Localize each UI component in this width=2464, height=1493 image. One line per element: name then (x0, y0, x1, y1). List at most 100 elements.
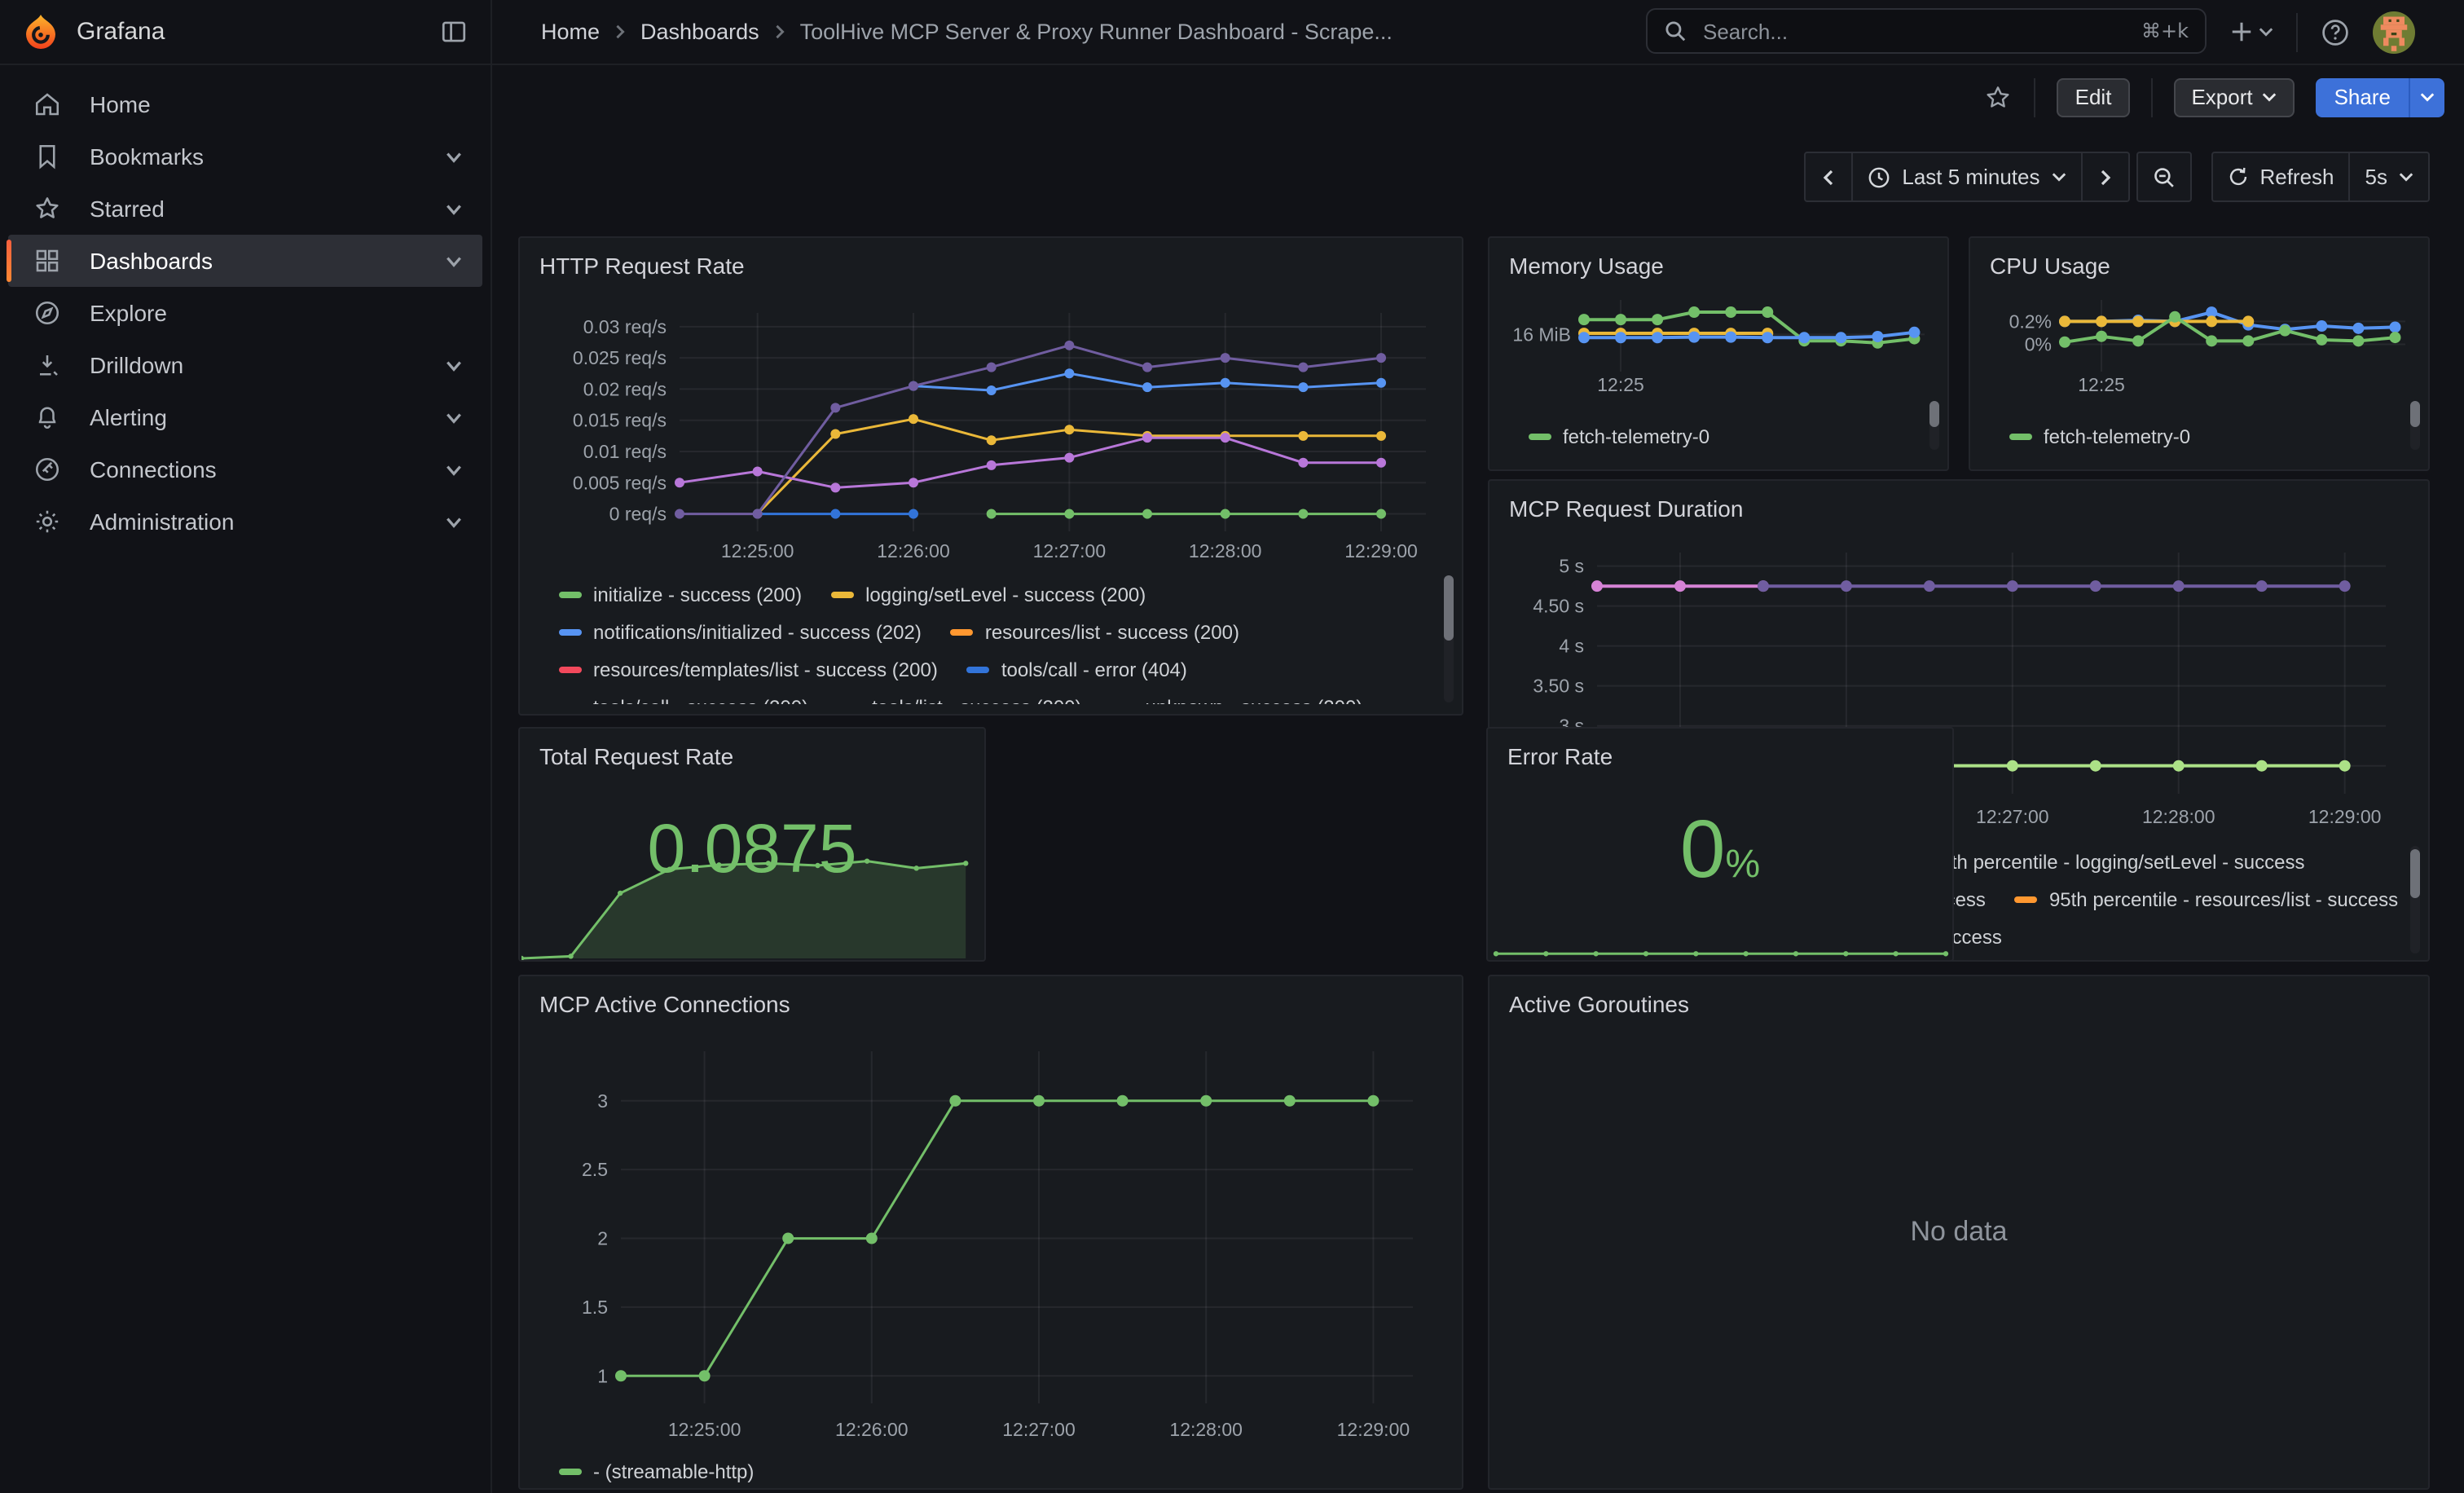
panel-title[interactable]: Active Goroutines (1489, 976, 2428, 1017)
legend-swatch (951, 628, 974, 635)
legend-swatch (967, 666, 990, 672)
grafana-logo-icon[interactable] (21, 12, 60, 51)
legend-scrollbar-thumb[interactable] (1444, 575, 1454, 641)
legend-item[interactable]: - (streamable-http) (559, 1452, 754, 1490)
legend-swatch (559, 666, 582, 672)
sidebar-item-administration[interactable]: Administration (8, 495, 482, 548)
svg-text:0%: 0% (2025, 334, 2052, 355)
user-avatar[interactable] (2373, 11, 2415, 53)
sidebar-collapse-icon[interactable] (440, 18, 468, 46)
legend-item[interactable]: resources/list - success (200) (951, 613, 1239, 650)
legend-item[interactable]: resources/templates/list - success (200) (559, 650, 938, 688)
chevron-down-icon[interactable] (445, 252, 463, 270)
memory-usage-chart[interactable]: 12:2516 MiB (1509, 290, 1931, 401)
sidebar-item-explore[interactable]: Explore (8, 287, 482, 339)
legend-item[interactable]: 95th percentile - resources/list - succe… (2015, 880, 2398, 918)
chevron-right-icon (772, 24, 787, 39)
sidebar-item-drilldown[interactable]: Drilldown (8, 339, 482, 391)
refresh-interval-picker[interactable]: 5s (2351, 152, 2430, 202)
svg-text:12:25: 12:25 (1597, 374, 1644, 395)
chevron-down-icon[interactable] (445, 408, 463, 426)
chevron-down-icon[interactable] (445, 513, 463, 531)
share-button[interactable]: Share (2317, 77, 2409, 117)
cpu-usage-chart[interactable]: 12:250.2%0% (1990, 290, 2412, 401)
chevron-down-icon[interactable] (445, 356, 463, 374)
total-request-rate-value: 0.0875 (520, 810, 984, 888)
export-button[interactable]: Export (2173, 77, 2295, 117)
zoom-out-button[interactable] (2136, 152, 2191, 202)
legend-item[interactable]: logging/setLevel - success (200) (831, 575, 1146, 613)
legend-item[interactable]: initialize - success (200) (559, 575, 802, 613)
sidebar-item-connections[interactable]: Connections (8, 443, 482, 495)
svg-text:4 s: 4 s (1559, 636, 1584, 657)
legend-item[interactable]: 95th percentile - logging/setLevel - suc… (1895, 843, 2304, 880)
mcp-active-connections-chart[interactable]: 12:25:0012:26:0012:27:0012:28:0012:29:00… (539, 1038, 1445, 1446)
search-box[interactable]: ⌘+k (1646, 8, 2207, 54)
http-request-rate-chart[interactable]: 12:25:0012:26:0012:27:0012:28:0012:29:00… (539, 300, 1445, 567)
sidebar-item-label: Starred (90, 196, 165, 222)
legend-swatch (2015, 896, 2038, 902)
add-new-button[interactable] (2229, 20, 2273, 44)
sidebar-item-bookmarks[interactable]: Bookmarks (8, 130, 482, 183)
clock-icon (1868, 165, 1890, 188)
help-icon[interactable] (2321, 17, 2350, 46)
error-rate-sparkline[interactable] (1489, 937, 1952, 957)
no-data-message: No data (1489, 1216, 2428, 1249)
chevron-down-icon[interactable] (445, 148, 463, 165)
favorite-star-icon[interactable] (1984, 82, 2013, 112)
legend-item[interactable]: notifications/initialized - success (202… (559, 613, 922, 650)
svg-text:12:28:00: 12:28:00 (1189, 540, 1262, 562)
sidebar-item-home[interactable]: Home (8, 78, 482, 130)
chart-canvas: 12:25:0012:26:0012:27:0012:28:0012:29:00… (539, 1038, 1445, 1446)
legend-swatch (559, 591, 582, 597)
panel-title[interactable]: CPU Usage (1970, 238, 2428, 279)
legend-item[interactable]: tools/call - success (200) (559, 688, 808, 704)
panel-title[interactable]: MCP Request Duration (1489, 481, 2428, 522)
panel-title[interactable]: Error Rate (1488, 729, 1952, 769)
time-shift-back-button[interactable] (1804, 152, 1853, 202)
time-shift-forward-button[interactable] (2082, 152, 2129, 202)
legend-item[interactable]: unknown - success (200) (1111, 688, 1363, 704)
breadcrumb-home[interactable]: Home (541, 20, 600, 44)
sidebar-item-alerting[interactable]: Alerting (8, 391, 482, 443)
sidebar-item-dashboards[interactable]: Dashboards (8, 235, 482, 287)
legend-scrollbar-thumb[interactable] (2410, 849, 2420, 898)
sidebar-item-starred[interactable]: Starred (8, 183, 482, 235)
time-range-picker[interactable]: Last 5 minutes (1853, 152, 2082, 202)
edit-button[interactable]: Edit (2057, 77, 2130, 117)
svg-text:12:25:00: 12:25:00 (721, 540, 794, 562)
svg-text:1: 1 (597, 1365, 608, 1386)
legend-item[interactable]: tools/call - error (404) (967, 650, 1187, 688)
share-dropdown-chevron[interactable] (2409, 77, 2444, 117)
panel-title[interactable]: Memory Usage (1489, 238, 1947, 279)
panel-error-rate: Error Rate 0% (1486, 727, 1954, 962)
svg-text:12:25: 12:25 (2078, 374, 2125, 395)
panel-title[interactable]: MCP Active Connections (520, 976, 1462, 1017)
svg-text:12:28:00: 12:28:00 (2142, 806, 2215, 827)
plug-icon (33, 455, 62, 484)
svg-text:4.50 s: 4.50 s (1533, 596, 1584, 617)
legend-swatch (1529, 433, 1551, 439)
search-input[interactable] (1700, 17, 2141, 45)
legend-scrollbar-thumb[interactable] (2410, 401, 2420, 427)
legend-label: 95th percentile - logging/setLevel - suc… (1929, 850, 2304, 873)
legend-scrollbar-thumb[interactable] (1929, 401, 1939, 427)
time-controls: Last 5 minutes Refresh 5s (1804, 152, 2430, 202)
chevron-down-icon[interactable] (445, 200, 463, 218)
legend-item[interactable]: fetch-telemetry-0 (2009, 417, 2190, 455)
panel-memory-usage: Memory Usage 12:2516 MiB fetch-telemetry… (1488, 236, 1949, 471)
legend-item[interactable]: fetch-telemetry-0 (1529, 417, 1709, 455)
legend-swatch (559, 1468, 582, 1474)
refresh-button[interactable]: Refresh (2211, 152, 2350, 202)
breadcrumb-dashboards[interactable]: Dashboards (640, 20, 759, 44)
bell-icon (33, 403, 62, 432)
chevron-down-icon[interactable] (445, 460, 463, 478)
svg-text:0.005 req/s: 0.005 req/s (573, 472, 667, 493)
panel-cpu-usage: CPU Usage 12:250.2%0% fetch-telemetry-0 (1969, 236, 2430, 471)
legend-item[interactable]: tools/list - success (200) (838, 688, 1081, 704)
drilldown-icon (33, 350, 62, 380)
memory-usage-legend: fetch-telemetry-0 (1529, 417, 1887, 456)
top-header: Grafana Home Dashboards ToolHive MCP Ser… (0, 0, 2464, 65)
sidebar-item-label: Explore (90, 300, 167, 326)
panel-title[interactable]: HTTP Request Rate (520, 238, 1462, 279)
